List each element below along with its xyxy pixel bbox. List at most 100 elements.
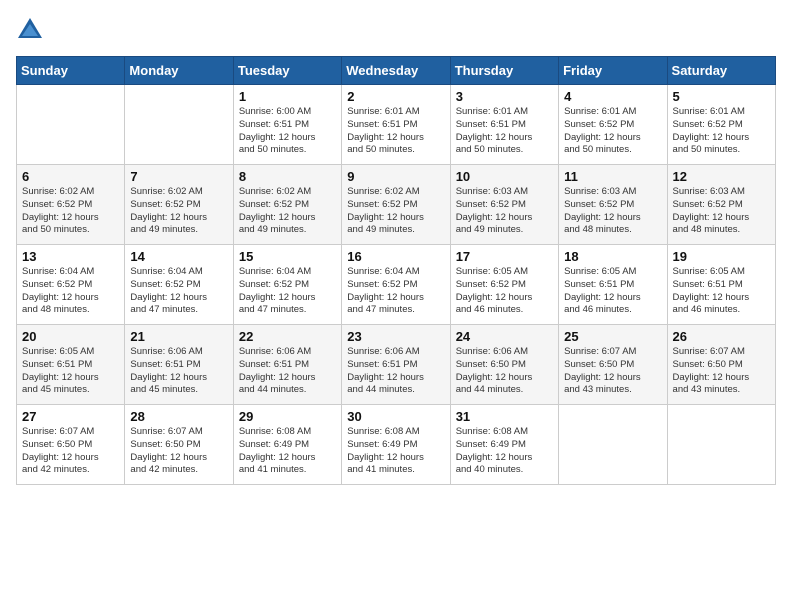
day-number: 29: [239, 409, 336, 424]
day-number: 14: [130, 249, 227, 264]
day-info: Sunrise: 6:02 AM Sunset: 6:52 PM Dayligh…: [347, 186, 444, 237]
day-number: 19: [673, 249, 770, 264]
day-info: Sunrise: 6:00 AM Sunset: 6:51 PM Dayligh…: [239, 106, 336, 157]
day-number: 10: [456, 169, 553, 184]
logo: [16, 16, 48, 44]
day-info: Sunrise: 6:05 AM Sunset: 6:52 PM Dayligh…: [456, 266, 553, 317]
calendar-cell: [559, 405, 667, 485]
day-number: 17: [456, 249, 553, 264]
day-number: 26: [673, 329, 770, 344]
calendar-week-row: 13 Sunrise: 6:04 AM Sunset: 6:52 PM Dayli…: [17, 245, 776, 325]
calendar-cell: 10 Sunrise: 6:03 AM Sunset: 6:52 PM Dayli…: [450, 165, 558, 245]
day-number: 31: [456, 409, 553, 424]
calendar-cell: 18 Sunrise: 6:05 AM Sunset: 6:51 PM Dayli…: [559, 245, 667, 325]
day-info: Sunrise: 6:03 AM Sunset: 6:52 PM Dayligh…: [564, 186, 661, 237]
calendar-cell: 17 Sunrise: 6:05 AM Sunset: 6:52 PM Dayli…: [450, 245, 558, 325]
calendar-cell: [125, 85, 233, 165]
calendar-table: SundayMondayTuesdayWednesdayThursdayFrid…: [16, 56, 776, 485]
logo-icon: [16, 16, 44, 44]
day-number: 30: [347, 409, 444, 424]
day-info: Sunrise: 6:07 AM Sunset: 6:50 PM Dayligh…: [130, 426, 227, 477]
weekday-header-row: SundayMondayTuesdayWednesdayThursdayFrid…: [17, 57, 776, 85]
day-info: Sunrise: 6:04 AM Sunset: 6:52 PM Dayligh…: [239, 266, 336, 317]
calendar-cell: [667, 405, 775, 485]
calendar-cell: 21 Sunrise: 6:06 AM Sunset: 6:51 PM Dayli…: [125, 325, 233, 405]
day-info: Sunrise: 6:04 AM Sunset: 6:52 PM Dayligh…: [22, 266, 119, 317]
day-info: Sunrise: 6:03 AM Sunset: 6:52 PM Dayligh…: [456, 186, 553, 237]
calendar-week-row: 1 Sunrise: 6:00 AM Sunset: 6:51 PM Daylig…: [17, 85, 776, 165]
calendar-week-row: 20 Sunrise: 6:05 AM Sunset: 6:51 PM Dayli…: [17, 325, 776, 405]
day-info: Sunrise: 6:05 AM Sunset: 6:51 PM Dayligh…: [673, 266, 770, 317]
day-number: 15: [239, 249, 336, 264]
day-number: 28: [130, 409, 227, 424]
day-number: 6: [22, 169, 119, 184]
day-info: Sunrise: 6:05 AM Sunset: 6:51 PM Dayligh…: [22, 346, 119, 397]
calendar-cell: 23 Sunrise: 6:06 AM Sunset: 6:51 PM Dayli…: [342, 325, 450, 405]
day-number: 5: [673, 89, 770, 104]
day-number: 12: [673, 169, 770, 184]
day-info: Sunrise: 6:01 AM Sunset: 6:51 PM Dayligh…: [347, 106, 444, 157]
day-info: Sunrise: 6:02 AM Sunset: 6:52 PM Dayligh…: [130, 186, 227, 237]
day-info: Sunrise: 6:06 AM Sunset: 6:51 PM Dayligh…: [130, 346, 227, 397]
day-number: 7: [130, 169, 227, 184]
calendar-cell: 27 Sunrise: 6:07 AM Sunset: 6:50 PM Dayli…: [17, 405, 125, 485]
day-info: Sunrise: 6:06 AM Sunset: 6:51 PM Dayligh…: [347, 346, 444, 397]
day-info: Sunrise: 6:07 AM Sunset: 6:50 PM Dayligh…: [22, 426, 119, 477]
weekday-header: Monday: [125, 57, 233, 85]
day-number: 27: [22, 409, 119, 424]
day-info: Sunrise: 6:08 AM Sunset: 6:49 PM Dayligh…: [239, 426, 336, 477]
calendar-cell: 31 Sunrise: 6:08 AM Sunset: 6:49 PM Dayli…: [450, 405, 558, 485]
day-info: Sunrise: 6:03 AM Sunset: 6:52 PM Dayligh…: [673, 186, 770, 237]
calendar-week-row: 6 Sunrise: 6:02 AM Sunset: 6:52 PM Daylig…: [17, 165, 776, 245]
weekday-header: Wednesday: [342, 57, 450, 85]
calendar-cell: 16 Sunrise: 6:04 AM Sunset: 6:52 PM Dayli…: [342, 245, 450, 325]
page-header: [16, 16, 776, 44]
day-number: 9: [347, 169, 444, 184]
calendar-cell: 29 Sunrise: 6:08 AM Sunset: 6:49 PM Dayli…: [233, 405, 341, 485]
day-info: Sunrise: 6:08 AM Sunset: 6:49 PM Dayligh…: [347, 426, 444, 477]
day-info: Sunrise: 6:04 AM Sunset: 6:52 PM Dayligh…: [130, 266, 227, 317]
day-info: Sunrise: 6:07 AM Sunset: 6:50 PM Dayligh…: [673, 346, 770, 397]
calendar-cell: 28 Sunrise: 6:07 AM Sunset: 6:50 PM Dayli…: [125, 405, 233, 485]
day-number: 13: [22, 249, 119, 264]
day-number: 16: [347, 249, 444, 264]
day-info: Sunrise: 6:01 AM Sunset: 6:52 PM Dayligh…: [564, 106, 661, 157]
day-info: Sunrise: 6:02 AM Sunset: 6:52 PM Dayligh…: [22, 186, 119, 237]
day-number: 8: [239, 169, 336, 184]
calendar-cell: 20 Sunrise: 6:05 AM Sunset: 6:51 PM Dayli…: [17, 325, 125, 405]
day-number: 23: [347, 329, 444, 344]
calendar-cell: 4Sunrise: 6:01 AM Sunset: 6:52 PM Daylig…: [559, 85, 667, 165]
weekday-header: Friday: [559, 57, 667, 85]
calendar-cell: 7 Sunrise: 6:02 AM Sunset: 6:52 PM Daylig…: [125, 165, 233, 245]
calendar-cell: 14 Sunrise: 6:04 AM Sunset: 6:52 PM Dayli…: [125, 245, 233, 325]
calendar-cell: 5Sunrise: 6:01 AM Sunset: 6:52 PM Daylig…: [667, 85, 775, 165]
calendar-cell: 25 Sunrise: 6:07 AM Sunset: 6:50 PM Dayli…: [559, 325, 667, 405]
day-info: Sunrise: 6:08 AM Sunset: 6:49 PM Dayligh…: [456, 426, 553, 477]
calendar-cell: 13 Sunrise: 6:04 AM Sunset: 6:52 PM Dayli…: [17, 245, 125, 325]
calendar-week-row: 27 Sunrise: 6:07 AM Sunset: 6:50 PM Dayli…: [17, 405, 776, 485]
day-number: 22: [239, 329, 336, 344]
day-number: 25: [564, 329, 661, 344]
day-number: 20: [22, 329, 119, 344]
calendar-cell: 12 Sunrise: 6:03 AM Sunset: 6:52 PM Dayli…: [667, 165, 775, 245]
day-info: Sunrise: 6:05 AM Sunset: 6:51 PM Dayligh…: [564, 266, 661, 317]
day-info: Sunrise: 6:06 AM Sunset: 6:50 PM Dayligh…: [456, 346, 553, 397]
day-number: 11: [564, 169, 661, 184]
day-info: Sunrise: 6:02 AM Sunset: 6:52 PM Dayligh…: [239, 186, 336, 237]
calendar-cell: [17, 85, 125, 165]
day-number: 2: [347, 89, 444, 104]
calendar-cell: 2 Sunrise: 6:01 AM Sunset: 6:51 PM Daylig…: [342, 85, 450, 165]
calendar-cell: 30 Sunrise: 6:08 AM Sunset: 6:49 PM Dayli…: [342, 405, 450, 485]
calendar-cell: 22 Sunrise: 6:06 AM Sunset: 6:51 PM Dayli…: [233, 325, 341, 405]
day-info: Sunrise: 6:07 AM Sunset: 6:50 PM Dayligh…: [564, 346, 661, 397]
day-number: 1: [239, 89, 336, 104]
weekday-header: Tuesday: [233, 57, 341, 85]
day-number: 21: [130, 329, 227, 344]
calendar-cell: 9 Sunrise: 6:02 AM Sunset: 6:52 PM Daylig…: [342, 165, 450, 245]
day-number: 18: [564, 249, 661, 264]
calendar-cell: 15 Sunrise: 6:04 AM Sunset: 6:52 PM Dayli…: [233, 245, 341, 325]
calendar-cell: 11 Sunrise: 6:03 AM Sunset: 6:52 PM Dayli…: [559, 165, 667, 245]
day-info: Sunrise: 6:06 AM Sunset: 6:51 PM Dayligh…: [239, 346, 336, 397]
weekday-header: Saturday: [667, 57, 775, 85]
day-info: Sunrise: 6:04 AM Sunset: 6:52 PM Dayligh…: [347, 266, 444, 317]
